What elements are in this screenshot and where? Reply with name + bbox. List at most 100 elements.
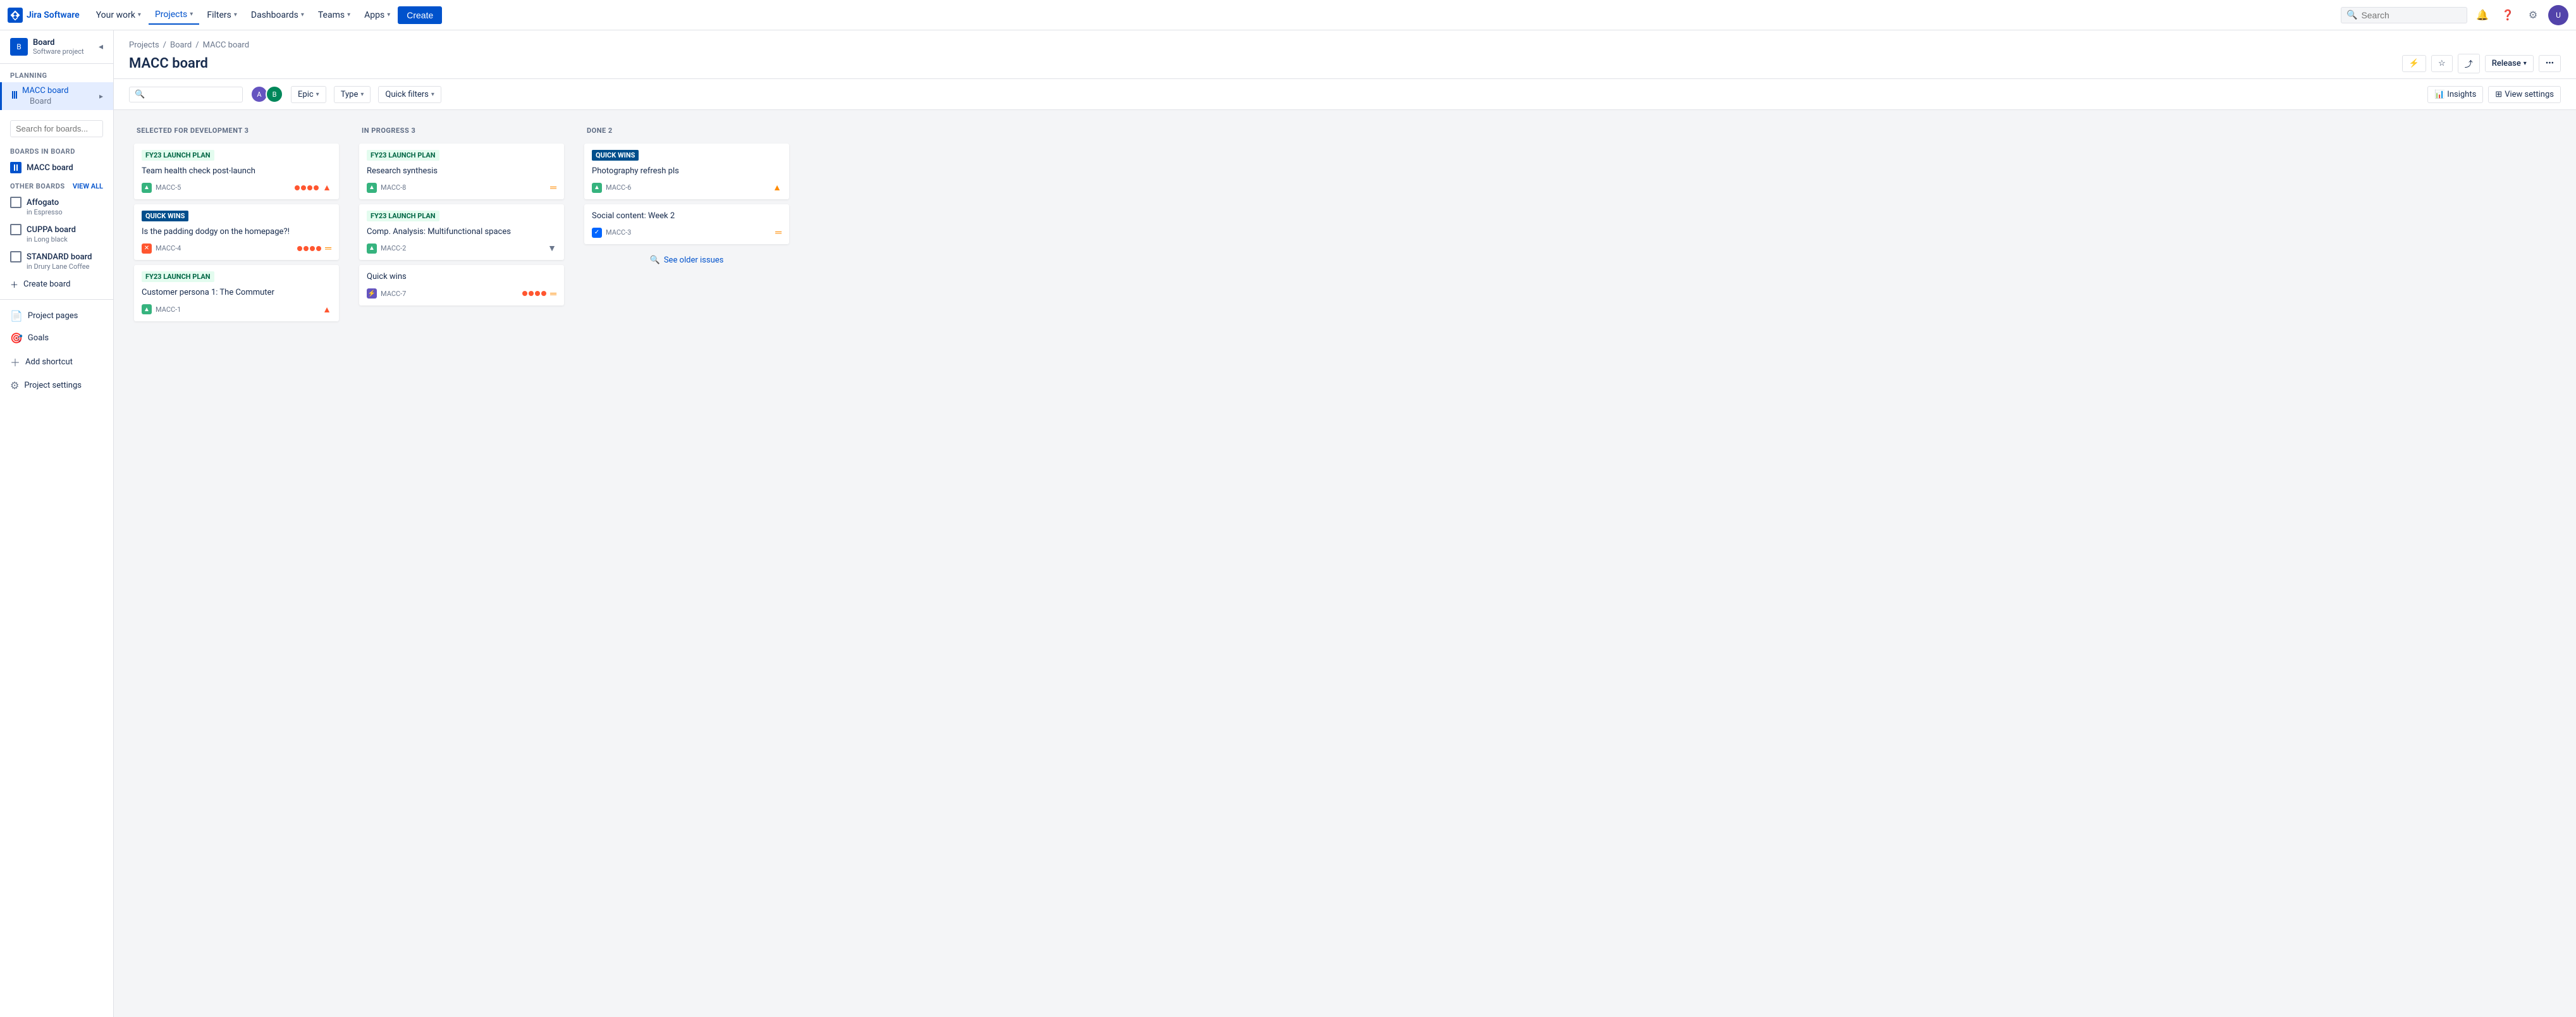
card-right-macc3: ═ (775, 227, 782, 238)
card-id-macc1: MACC-1 (156, 305, 181, 314)
chevron-down-icon: ▾ (138, 11, 141, 18)
card-right-macc7: ═ (522, 288, 556, 299)
epic-filter-button[interactable]: Epic ▾ (291, 86, 326, 103)
board-search-input[interactable] (149, 90, 237, 99)
card-left-macc3: ✓ MACC-3 (592, 228, 631, 238)
card-macc3[interactable]: Social content: Week 2 ✓ MACC-3 ═ (584, 204, 789, 244)
share-button[interactable]: ⤴ (2458, 54, 2480, 73)
card-macc6[interactable]: QUICK WINS Photography refresh pls ▲ MAC… (584, 144, 789, 199)
quick-filters-button[interactable]: Quick filters ▾ (378, 86, 441, 103)
app-name: Jira Software (27, 10, 80, 20)
column-done: DONE 2 QUICK WINS Photography refresh pl… (579, 120, 794, 276)
pages-icon: 📄 (10, 310, 23, 322)
search-box[interactable]: 🔍 (2341, 7, 2467, 23)
type-filter-button[interactable]: Type ▾ (334, 86, 371, 103)
board-search-input[interactable] (10, 120, 103, 137)
more-button[interactable]: ••• (2539, 55, 2561, 72)
card-macc7[interactable]: Quick wins ⚡ MACC-7 (359, 265, 564, 305)
notifications-button[interactable]: 🔔 (2472, 5, 2493, 25)
lightning-button[interactable]: ⚡ (2402, 55, 2426, 72)
release-button[interactable]: Release ▾ (2485, 55, 2534, 72)
card-footer-macc2: ▲ MACC-2 ▼ (367, 243, 556, 254)
create-board-button[interactable]: ＋ Create board (0, 274, 113, 294)
search-icon: 🔍 (135, 90, 145, 99)
user-avatar-2[interactable]: B (266, 85, 283, 103)
goals-label: Goals (28, 333, 49, 343)
card-macc2[interactable]: FY23 LAUNCH PLAN Comp. Analysis: Multifu… (359, 204, 564, 260)
sidebar-goals[interactable]: 🎯 Goals (0, 327, 113, 349)
sidebar-item-macc-board[interactable]: MACC board Board ▸ (0, 82, 113, 110)
sidebar-add-shortcut[interactable]: ＋ Add shortcut (0, 349, 113, 374)
see-older-issues-button[interactable]: 🔍 See older issues (584, 249, 789, 271)
view-settings-icon: ⊞ (2495, 90, 2502, 99)
toolbar-right: 📊 Insights ⊞ View settings (2427, 86, 2561, 103)
topnav-projects[interactable]: Projects ▾ (149, 6, 199, 25)
view-all-button[interactable]: VIEW ALL (73, 182, 103, 190)
topnav-your-work[interactable]: Your work ▾ (90, 6, 147, 24)
view-settings-button[interactable]: ⊞ View settings (2488, 86, 2561, 103)
sidebar-collapse-button[interactable]: ◂ (99, 42, 103, 52)
card-macc8[interactable]: FY23 LAUNCH PLAN Research synthesis ▲ MA… (359, 144, 564, 199)
card-label-fy23: FY23 LAUNCH PLAN (142, 150, 214, 161)
breadcrumb-board[interactable]: Board (170, 40, 192, 50)
card-macc5[interactable]: FY23 LAUNCH PLAN Team health check post-… (134, 144, 339, 199)
sidebar-project-pages[interactable]: 📄 Project pages (0, 305, 113, 327)
other-board-icon (10, 251, 21, 262)
user-avatar[interactable]: U (2548, 5, 2568, 25)
other-board-standard[interactable]: STANDARD board in Drury Lane Coffee (0, 247, 113, 274)
insights-button[interactable]: 📊 Insights (2427, 86, 2483, 103)
story-icon: ▲ (592, 183, 602, 193)
priority-dots (297, 246, 321, 251)
other-board-name: STANDARD board (27, 252, 92, 262)
card-footer-macc8: ▲ MACC-8 ═ (367, 182, 556, 193)
settings-icon: ⚙ (10, 379, 19, 391)
card-macc4[interactable]: QUICK WINS Is the padding dodgy on the h… (134, 204, 339, 260)
card-id-macc4: MACC-4 (156, 244, 181, 252)
priority-high-icon: ▲ (322, 304, 331, 315)
star-button[interactable]: ☆ (2431, 55, 2453, 72)
sidebar-project-header: B Board Software project ◂ (0, 30, 113, 64)
chevron-down-icon: ▾ (301, 11, 304, 18)
settings-button[interactable]: ⚙ (2523, 5, 2543, 25)
other-board-name: CUPPA board (27, 225, 76, 235)
other-board-cuppa[interactable]: CUPPA board in Long black (0, 220, 113, 247)
card-label-fy23: FY23 LAUNCH PLAN (367, 211, 439, 221)
card-left-macc1: ▲ MACC-1 (142, 304, 181, 314)
search-icon: 🔍 (650, 256, 660, 265)
epic-label: Epic (298, 90, 314, 99)
main-content: Projects / Board / MACC board MACC board… (114, 30, 2576, 336)
other-board-sub: in Drury Lane Coffee (10, 262, 103, 271)
avatar-group: A B (250, 85, 283, 103)
content-header: Projects / Board / MACC board MACC board… (114, 30, 2576, 79)
card-footer-macc3: ✓ MACC-3 ═ (592, 227, 782, 238)
chevron-down-icon: ▼ (548, 243, 556, 254)
help-button[interactable]: ❓ (2498, 5, 2518, 25)
page-title-row: MACC board ⚡ ☆ ⤴ Release ▾ ••• (129, 54, 2561, 73)
card-right-macc4: ═ (297, 243, 331, 254)
app-logo[interactable]: Jira Software (8, 8, 80, 23)
topnav-dashboards[interactable]: Dashboards ▾ (245, 6, 310, 24)
add-shortcut-icon: ＋ (10, 354, 20, 369)
topnav-filters[interactable]: Filters ▾ (200, 6, 243, 24)
breadcrumb-projects[interactable]: Projects (129, 40, 159, 50)
card-label-fy23: FY23 LAUNCH PLAN (142, 271, 214, 282)
card-title-macc1: Customer persona 1: The Commuter (142, 287, 331, 299)
sidebar-project-settings[interactable]: ⚙ Project settings (0, 374, 113, 397)
priority-medium-icon: ═ (325, 243, 331, 254)
board-filter-search[interactable]: 🔍 (129, 87, 243, 102)
board-item-macc[interactable]: MACC board (0, 158, 113, 177)
breadcrumb-macc[interactable]: MACC board (203, 40, 249, 50)
topnav-teams[interactable]: Teams ▾ (312, 6, 357, 24)
topnav-apps[interactable]: Apps ▾ (358, 6, 396, 24)
card-left-macc8: ▲ MACC-8 (367, 183, 406, 193)
card-title-macc2: Comp. Analysis: Multifunctional spaces (367, 226, 556, 238)
search-input[interactable] (2361, 10, 2462, 20)
create-button[interactable]: Create (398, 6, 442, 24)
topnav-right: 🔍 🔔 ❓ ⚙ U (2341, 5, 2568, 25)
other-board-affogato[interactable]: Affogato in Espresso (0, 193, 113, 220)
sidebar-search[interactable] (0, 115, 113, 142)
more-icon: ••• (2546, 59, 2554, 68)
board-toolbar: 🔍 A B Epic ▾ Type ▾ Quick filters ▾ 📊 In… (114, 79, 2576, 110)
column-header-done: DONE 2 (579, 120, 794, 141)
card-macc1[interactable]: FY23 LAUNCH PLAN Customer persona 1: The… (134, 265, 339, 321)
